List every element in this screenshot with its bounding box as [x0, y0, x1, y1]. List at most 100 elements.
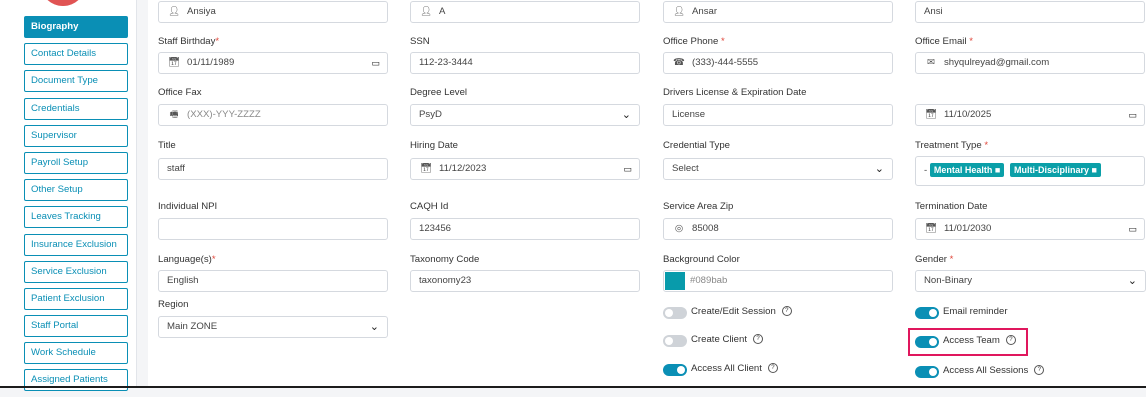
region-select[interactable]: Main ZONE ⌄ — [158, 316, 388, 338]
help-circle-icon[interactable]: ? — [1005, 335, 1016, 346]
help-circle-icon[interactable]: ? — [767, 363, 778, 374]
staff-birthday-field[interactable]: 📅︎ 01/11/1989 ▭ — [158, 52, 388, 74]
mail-icon: ✉ — [926, 57, 936, 68]
help-circle-icon[interactable]: ? — [1034, 365, 1045, 376]
office-fax-field[interactable]: 🖷︎ (XXX)-YYY-ZZZZ — [158, 104, 388, 126]
sidebar: Biography Contact Details Document Type … — [0, 0, 137, 392]
first-name-field[interactable]: 👤︎ Ansiya — [158, 1, 388, 23]
service-area-zip-field[interactable]: ◎ 85008 — [663, 218, 893, 240]
title-label: Title — [158, 140, 176, 151]
language-field[interactable]: English — [158, 270, 388, 292]
toggle-knob — [929, 338, 937, 346]
sidebar-item-work-schedule[interactable]: Work Schedule — [24, 342, 128, 365]
degree-level-select[interactable]: PsyD ⌄ — [410, 104, 640, 126]
treatment-type-prefix: - — [924, 165, 928, 176]
sidebar-item-service-exclusion[interactable]: Service Exclusion — [24, 260, 128, 283]
drivers-license-label: Drivers License & Expiration Date — [663, 87, 807, 98]
caqh-id-field[interactable]: 123456 — [410, 218, 640, 240]
toggle-knob — [665, 309, 673, 317]
toggle-knob — [677, 366, 685, 374]
toggle-knob — [929, 368, 937, 376]
region-label: Region — [158, 299, 189, 310]
middle-name-field[interactable]: 👤︎ A — [410, 1, 640, 23]
title-field[interactable]: staff — [158, 158, 388, 180]
sidebar-item-other-setup[interactable]: Other Setup — [24, 179, 128, 202]
sidebar-item-biography[interactable]: Biography — [24, 16, 128, 38]
date-picker-icon[interactable]: ▭ — [1128, 105, 1137, 125]
avatar[interactable] — [40, 0, 86, 6]
location-pin-icon: ◎ — [674, 223, 684, 234]
hiring-date-field[interactable]: 📅︎ 11/12/2023 ▭ — [410, 158, 640, 180]
chevron-down-icon: ⌄ — [369, 321, 379, 333]
credential-type-select[interactable]: Select ⌄ — [663, 158, 893, 180]
person-icon: 👤︎ — [672, 6, 686, 17]
individual-npi-field[interactable] — [158, 218, 388, 240]
office-email-label: Office Email * — [915, 36, 973, 47]
office-phone-field[interactable]: ☎ (333)-444-5555 — [663, 52, 893, 74]
help-circle-icon[interactable]: ? — [753, 334, 763, 345]
chevron-down-icon: ⌄ — [1127, 275, 1137, 287]
tag-remove-icon[interactable]: ■ — [1092, 165, 1097, 175]
office-phone-label: Office Phone * — [663, 36, 725, 47]
sidebar-item-staff-portal[interactable]: Staff Portal — [24, 315, 128, 338]
treatment-type-label: Treatment Type * — [915, 140, 989, 151]
gender-select[interactable]: Non-Binary ⌄ — [915, 270, 1146, 292]
sidebar-item-leaves-tracking[interactable]: Leaves Tracking — [24, 206, 128, 229]
person-icon: 👤︎ — [167, 6, 181, 17]
office-fax-label: Office Fax — [158, 87, 202, 98]
access-all-sessions-label: Access All Sessions? — [943, 365, 1045, 376]
license-expiration-date-field[interactable]: 📅︎ 11/10/2025 ▭ — [915, 104, 1145, 126]
sidebar-item-document-type[interactable]: Document Type — [24, 70, 128, 93]
taxonomy-code-field[interactable]: taxonomy23 — [410, 270, 640, 292]
background-color-picker[interactable]: #089bab — [663, 270, 893, 292]
sidebar-item-assigned-patients[interactable]: Assigned Patients — [24, 369, 128, 392]
ssn-field[interactable]: 112-23-3444 — [410, 52, 640, 74]
create-client-toggle[interactable] — [663, 335, 687, 347]
credential-type-label: Credential Type — [663, 140, 731, 151]
date-picker-icon[interactable]: ▭ — [1128, 219, 1137, 239]
office-email-field[interactable]: ✉ shyqulreyad@gmail.com — [915, 52, 1145, 74]
drivers-license-field[interactable]: License — [663, 104, 893, 126]
staff-birthday-label: Staff Birthday* — [158, 36, 220, 47]
toggle-knob — [929, 309, 937, 317]
termination-date-field[interactable]: 📅︎ 11/01/2030 ▭ — [915, 218, 1145, 240]
calendar-icon: 📅︎ — [419, 163, 433, 174]
sidebar-item-payroll-setup[interactable]: Payroll Setup — [24, 151, 128, 174]
language-label: Language(s)* — [158, 254, 216, 265]
calendar-icon: 📅︎ — [924, 109, 938, 120]
access-team-label: Access Team? — [943, 335, 1016, 346]
phone-icon: ☎ — [673, 57, 685, 68]
person-icon: 👤︎ — [419, 6, 433, 17]
access-team-toggle[interactable] — [915, 336, 939, 348]
degree-level-label: Degree Level — [410, 87, 468, 98]
last-name-field[interactable]: 👤︎ Ansar — [663, 1, 893, 23]
access-all-client-toggle[interactable] — [663, 364, 687, 376]
sidebar-item-credentials[interactable]: Credentials — [24, 97, 128, 120]
color-swatch[interactable] — [665, 272, 685, 290]
date-picker-icon[interactable]: ▭ — [371, 53, 380, 73]
taxonomy-code-label: Taxonomy Code — [410, 254, 480, 265]
date-picker-icon[interactable]: ▭ — [623, 159, 632, 179]
toggle-knob — [665, 337, 673, 345]
tag-multi-disciplinary[interactable]: Multi-Disciplinary ■ — [1010, 163, 1101, 177]
gender-label: Gender * — [915, 254, 954, 265]
calendar-icon: 📅︎ — [924, 223, 938, 234]
help-circle-icon[interactable]: ? — [781, 306, 792, 317]
hiring-date-label: Hiring Date — [410, 140, 458, 151]
sidebar-item-patient-exclusion[interactable]: Patient Exclusion — [24, 287, 128, 310]
nickname-field[interactable]: Ansi — [915, 1, 1145, 23]
tag-remove-icon[interactable]: ■ — [995, 165, 1000, 175]
access-all-sessions-toggle[interactable] — [915, 366, 939, 378]
sidebar-item-supervisor[interactable]: Supervisor — [24, 124, 128, 147]
create-client-label: Create Client? — [691, 334, 763, 345]
termination-date-label: Termination Date — [915, 201, 988, 212]
treatment-type-multiselect[interactable]: - Mental Health ■ Multi-Disciplinary ■ — [915, 156, 1145, 186]
tag-mental-health[interactable]: Mental Health ■ — [929, 163, 1005, 177]
create-edit-session-toggle[interactable] — [663, 307, 687, 319]
calendar-icon: 📅︎ — [167, 57, 181, 68]
chevron-down-icon: ⌄ — [621, 109, 631, 121]
email-reminder-toggle[interactable] — [915, 307, 939, 319]
sidebar-item-contact-details[interactable]: Contact Details — [24, 43, 128, 66]
service-area-zip-label: Service Area Zip — [663, 201, 734, 212]
sidebar-item-insurance-exclusion[interactable]: Insurance Exclusion — [24, 233, 128, 256]
